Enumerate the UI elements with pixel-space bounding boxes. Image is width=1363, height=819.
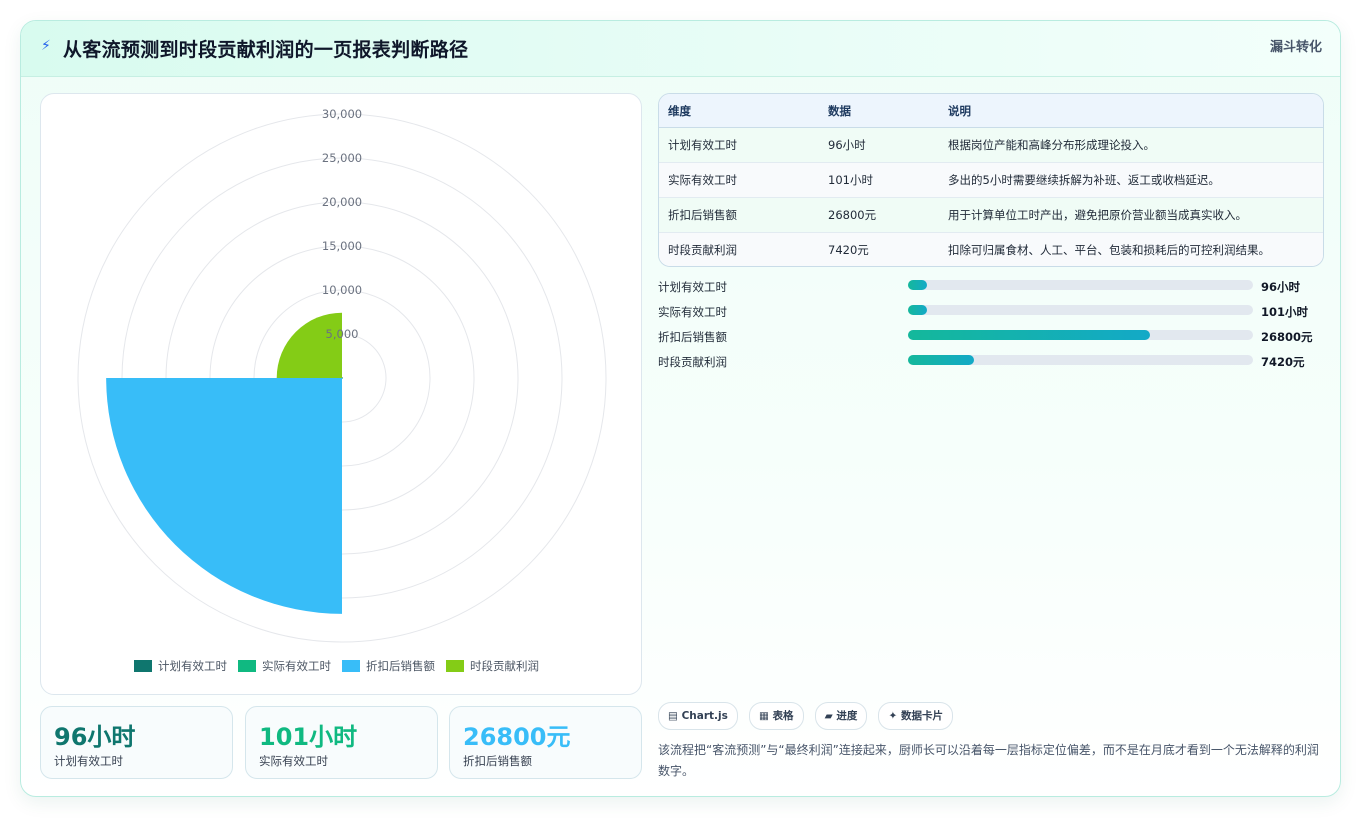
legend-swatch: [238, 660, 256, 672]
chart-icon: ▤: [668, 710, 682, 722]
chip-group: ▤ Chart.js ▦ 表格 ▰ 进度 ✦ 数据卡片: [658, 702, 959, 730]
progress-label: 折扣后销售额: [658, 330, 727, 344]
wedge-1: [342, 377, 343, 378]
chip-progress[interactable]: ▰ 进度: [814, 702, 868, 730]
legend-label: 时段贡献利润: [470, 659, 539, 673]
legend-label: 计划有效工时: [158, 659, 227, 673]
progress-track: [908, 280, 1253, 290]
progress-fill: [908, 305, 927, 315]
cell-data: 96小时: [819, 127, 939, 163]
r-tick-label: 30,000: [322, 107, 362, 121]
legend-swatch: [446, 660, 464, 672]
legend-label: 折扣后销售额: [366, 659, 435, 673]
chip-data-card[interactable]: ✦ 数据卡片: [878, 702, 953, 730]
kpi-value: 101小时: [259, 723, 358, 751]
header-dimension: 维度: [659, 94, 819, 128]
polar-chart-panel: 30,000 25,000 20,000 15,000 10,000 5,000 计划有效工…: [40, 93, 642, 695]
table-row: 折扣后销售额 26800元 用于计算单位工时产出，避免把原价营业额当成真实收入。: [659, 197, 1323, 233]
progress-track: [908, 305, 1253, 315]
progress-icon: ▰: [824, 710, 837, 722]
metrics-table: 维度 数据 说明 计划有效工时 96小时 根据岗位产能和高峰分布形成理论投入。 …: [658, 93, 1324, 267]
summary-note: 该流程把“客流预测”与“最终利润”连接起来，厨师长可以沿着每一层指标定位偏差，而…: [658, 743, 1319, 778]
cell-description: 用于计算单位工时产出，避免把原价营业额当成真实收入。: [939, 197, 1323, 233]
progress-fill: [908, 280, 927, 290]
cell-dimension: 时段贡献利润: [659, 232, 819, 266]
sparkle-icon: ✦: [888, 710, 901, 722]
table-header-row: 维度 数据 说明: [659, 94, 1323, 128]
kpi-card-actual-hours: 101小时 实际有效工时: [245, 706, 438, 779]
table-row: 时段贡献利润 7420元 扣除可归属食材、人工、平台、包装和损耗后的可控利润结果…: [659, 232, 1323, 266]
progress-label: 计划有效工时: [658, 280, 727, 294]
wedge-2: [342, 378, 343, 379]
progress-value: 101小时: [1261, 305, 1309, 319]
kpi-value: 96小时: [54, 723, 136, 751]
progress-value: 96小时: [1261, 280, 1301, 294]
chip-label: 表格: [772, 710, 794, 722]
legend-label: 实际有效工时: [262, 659, 331, 673]
cell-data: 7420元: [819, 232, 939, 266]
progress-value: 7420元: [1261, 355, 1305, 369]
progress-row: 实际有效工时 101小时: [658, 302, 1324, 327]
polar-area-chart: 30,000 25,000 20,000 15,000 10,000 5,000 计划有效工…: [77, 107, 607, 673]
kpi-value: 26800元: [463, 723, 571, 751]
progress-fill: [908, 330, 1150, 340]
progress-value: 26800元: [1261, 330, 1313, 344]
cell-dimension: 实际有效工时: [659, 162, 819, 198]
chip-label: 数据卡片: [900, 710, 943, 722]
progress-row: 折扣后销售额 26800元: [658, 327, 1324, 352]
table-row: 计划有效工时 96小时 根据岗位产能和高峰分布形成理论投入。: [659, 127, 1323, 163]
cell-data: 101小时: [819, 162, 939, 198]
table-row: 实际有效工时 101小时 多出的5小时需要继续拆解为补班、返工或收档延迟。: [659, 162, 1323, 198]
wedge-3: [106, 378, 342, 614]
progress-track: [908, 355, 1253, 365]
chip-chartjs[interactable]: ▤ Chart.js: [658, 702, 738, 730]
progress-row: 计划有效工时 96小时: [658, 277, 1324, 302]
kpi-card-net-sales: 26800元 折扣后销售额: [449, 706, 642, 779]
chip-label: 进度: [836, 710, 858, 722]
header-description: 说明: [939, 94, 1323, 128]
cell-description: 扣除可归属食材、人工、平台、包装和损耗后的可控利润结果。: [939, 232, 1323, 266]
r-tick-label: 10,000: [322, 283, 362, 297]
cell-description: 根据岗位产能和高峰分布形成理论投入。: [939, 127, 1323, 163]
r-tick-label: 25,000: [322, 151, 362, 165]
cell-dimension: 计划有效工时: [659, 127, 819, 163]
cell-description: 多出的5小时需要继续拆解为补班、返工或收档延迟。: [939, 162, 1323, 198]
progress-label: 实际有效工时: [658, 305, 727, 319]
report-card: ⚡ 从客流预测到时段贡献利润的一页报表判断路径 漏斗转化 30,000 25,00…: [20, 20, 1341, 797]
header: ⚡ 从客流预测到时段贡献利润的一页报表判断路径 漏斗转化: [21, 21, 1340, 77]
table-icon: ▦: [758, 710, 773, 722]
kpi-label: 实际有效工时: [259, 754, 328, 768]
wedge-4: [276, 312, 342, 378]
kpi-label: 折扣后销售额: [463, 754, 532, 768]
r-tick-label: 15,000: [322, 239, 362, 253]
progress-fill: [908, 355, 974, 365]
page-title: 从客流预测到时段贡献利润的一页报表判断路径: [63, 39, 469, 61]
progress-label: 时段贡献利润: [658, 355, 727, 369]
kpi-label: 计划有效工时: [54, 754, 123, 768]
r-tick-label: 20,000: [322, 195, 362, 209]
funnel-tag[interactable]: 漏斗转化: [1270, 36, 1322, 55]
legend-swatch: [342, 660, 360, 672]
cell-dimension: 折扣后销售额: [659, 197, 819, 233]
progress-list: 计划有效工时 96小时 实际有效工时 101小时 折扣后销售额 26800元 时…: [658, 277, 1324, 377]
progress-track: [908, 330, 1253, 340]
r-tick-label: 5,000: [326, 327, 359, 341]
progress-row: 时段贡献利润 7420元: [658, 352, 1324, 377]
cell-data: 26800元: [819, 197, 939, 233]
kpi-card-planned-hours: 96小时 计划有效工时: [40, 706, 233, 779]
chip-label: Chart.js: [681, 710, 728, 722]
legend-swatch: [134, 660, 152, 672]
chip-table[interactable]: ▦ 表格: [748, 702, 804, 730]
bolt-icon: ⚡: [41, 38, 51, 54]
header-data: 数据: [819, 94, 939, 128]
